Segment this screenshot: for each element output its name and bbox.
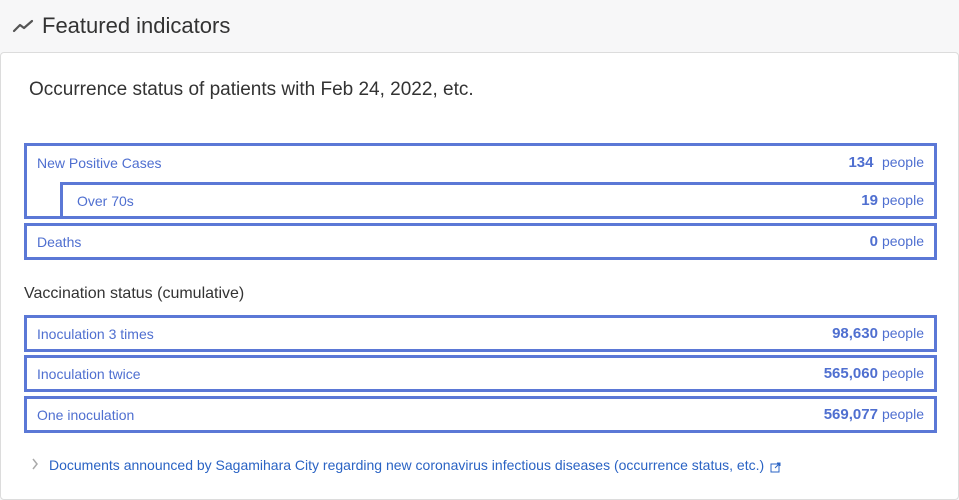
new-positive-cases-label: New Positive Cases [37,155,162,171]
external-link-icon [770,460,781,472]
vaccination-row-twice[interactable]: Inoculation twice 565,060 people [24,355,937,392]
vaccination-label: Inoculation 3 times [37,325,154,342]
deaths-unit: people [881,233,924,249]
vaccination-value: 565,060 people [824,365,924,382]
new-positive-cases-value: 134 people [848,154,924,172]
over-70s-number: 19 [861,192,878,209]
vaccination-value: 98,630 people [832,325,924,342]
chevron-right-icon [31,457,39,473]
new-positive-cases-row[interactable]: New Positive Cases 134 people [27,146,934,180]
page-title: Featured indicators [42,13,231,38]
vaccination-unit: people [881,325,924,341]
vaccination-unit: people [881,365,924,381]
new-positive-cases-unit: people [881,154,924,170]
over-70s-label: Over 70s [77,192,134,209]
vaccination-row-3-times[interactable]: Inoculation 3 times 98,630 people [24,315,937,352]
vaccination-number: 98,630 [832,325,878,342]
documents-link[interactable]: Documents announced by Sagamihara City r… [31,457,781,473]
documents-link-text[interactable]: Documents announced by Sagamihara City r… [49,457,764,473]
deaths-row[interactable]: Deaths 0 people [24,223,937,260]
deaths-value: 0 people [870,233,924,250]
featured-indicators-header: Featured indicators [0,0,959,52]
card-heading: Occurrence status of patients with Feb 2… [29,79,474,100]
vaccination-row-once[interactable]: One inoculation 569,077 people [24,396,937,433]
deaths-label: Deaths [37,233,82,250]
vaccination-label: Inoculation twice [37,365,141,382]
vaccination-label: One inoculation [37,406,135,423]
indicators-card: Occurrence status of patients with Feb 2… [0,52,959,500]
over-70s-value: 19 people [861,192,924,209]
new-positive-cases-number: 134 [848,154,874,171]
trend-line-icon [12,18,36,34]
vaccination-value: 569,077 people [824,406,924,423]
vaccination-heading: Vaccination status (cumulative) [24,285,245,302]
over-70s-row[interactable]: Over 70s 19 people [60,182,937,219]
vaccination-number: 565,060 [823,365,878,382]
vaccination-number: 569,077 [823,406,878,423]
deaths-number: 0 [869,233,878,250]
vaccination-unit: people [881,406,924,422]
over-70s-unit: people [881,192,924,208]
